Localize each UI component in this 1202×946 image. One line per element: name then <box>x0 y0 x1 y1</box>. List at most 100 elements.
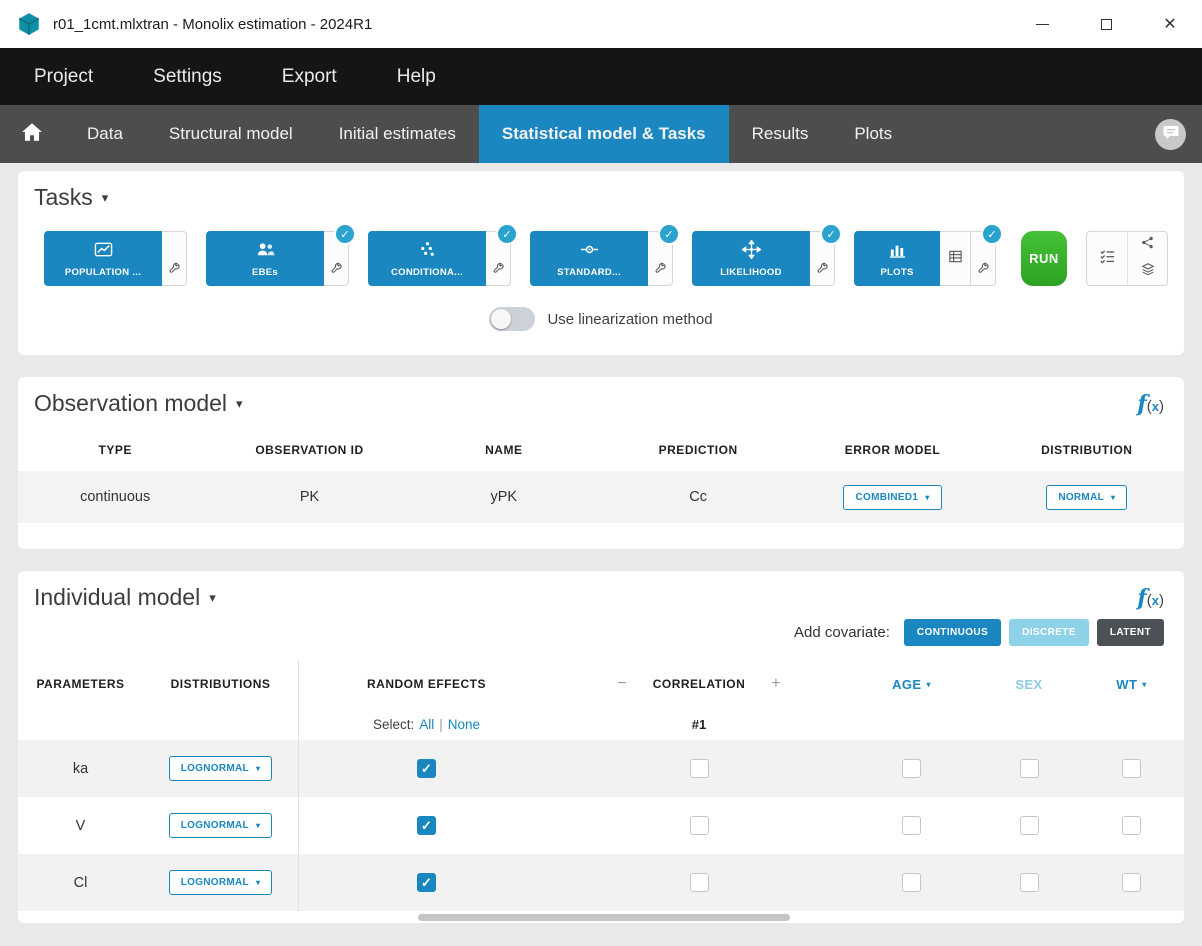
chevron-down-icon: ▾ <box>926 680 930 689</box>
tab-initial-estimates[interactable]: Initial estimates <box>316 105 479 163</box>
fx-formula-icon[interactable]: f(x) <box>1137 391 1164 417</box>
ka-random-effect-checkbox[interactable] <box>417 759 436 778</box>
v-age-checkbox[interactable] <box>902 816 921 835</box>
collapse-caret-icon[interactable]: ▾ <box>102 190 109 206</box>
standard-errors-button[interactable]: STANDARD... <box>530 231 648 286</box>
plots-selection-button[interactable] <box>940 231 971 286</box>
correlation-cell <box>554 740 844 797</box>
cl-wt-checkbox[interactable] <box>1122 873 1141 892</box>
home-icon <box>21 122 43 147</box>
correlation-label: CORRELATION <box>653 677 746 691</box>
divider: | <box>439 717 443 732</box>
tab-structural-model[interactable]: Structural model <box>146 105 316 163</box>
likelihood-button[interactable]: LIKELIHOOD <box>692 231 810 286</box>
select-none-link[interactable]: None <box>448 717 480 732</box>
add-discrete-covariate-button[interactable]: DISCRETE <box>1009 619 1089 646</box>
sex-cell <box>979 854 1079 911</box>
correlation-add-button[interactable]: + <box>771 675 780 693</box>
ka-wt-checkbox[interactable] <box>1122 759 1141 778</box>
minimize-button[interactable] <box>1010 0 1074 48</box>
v-wt-checkbox[interactable] <box>1122 816 1141 835</box>
cl-distribution-dropdown[interactable]: LOGNORMAL ▾ <box>169 870 273 895</box>
add-latent-covariate-button[interactable]: LATENT <box>1097 619 1164 646</box>
ka-sex-checkbox[interactable] <box>1020 759 1039 778</box>
task-done-badge: ✓ <box>820 223 842 245</box>
home-button[interactable] <box>0 105 64 163</box>
horizontal-scrollbar[interactable] <box>418 914 790 921</box>
collapse-caret-icon[interactable]: ▾ <box>209 590 216 606</box>
menu-help[interactable]: Help <box>397 66 436 88</box>
add-continuous-covariate-button[interactable]: CONTINUOUS <box>904 619 1001 646</box>
col-sex: SEX <box>979 660 1079 708</box>
task-ebes: EBEs ✓ <box>206 231 349 286</box>
cl-random-effect-checkbox[interactable] <box>417 873 436 892</box>
menu-settings[interactable]: Settings <box>153 66 222 88</box>
menu-project[interactable]: Project <box>34 66 93 88</box>
share-tasks-button[interactable] <box>1128 232 1167 259</box>
maximize-button[interactable] <box>1074 0 1138 48</box>
obs-type: continuous <box>80 489 150 505</box>
col-parameters: PARAMETERS <box>18 660 143 708</box>
task-conditional-distribution: CONDITIONA... ✓ <box>368 231 511 286</box>
individual-table-subheader: Select: All | None #1 <box>18 708 1184 740</box>
population-settings-button[interactable] <box>162 231 187 286</box>
correlation-group-label: #1 <box>692 717 706 732</box>
ka-distribution-dropdown[interactable]: LOGNORMAL ▾ <box>169 756 273 781</box>
add-covariate-row: Add covariate: CONTINUOUS DISCRETE LATEN… <box>18 619 1184 660</box>
cl-age-checkbox[interactable] <box>902 873 921 892</box>
col-name: NAME <box>407 443 601 457</box>
v-random-effect-checkbox[interactable] <box>417 816 436 835</box>
ka-age-checkbox[interactable] <box>902 759 921 778</box>
conditional-distribution-button[interactable]: CONDITIONA... <box>368 231 486 286</box>
parameter-name: ka <box>18 740 143 797</box>
tab-results[interactable]: Results <box>729 105 832 163</box>
linearization-toggle[interactable] <box>489 307 535 331</box>
wrench-icon <box>816 262 829 280</box>
distribution-dropdown[interactable]: NORMAL ▾ <box>1046 485 1127 510</box>
age-covariate-dropdown[interactable]: AGE ▾ <box>892 677 931 692</box>
parameter-name: V <box>18 797 143 854</box>
cl-sex-checkbox[interactable] <box>1020 873 1039 892</box>
titlebar: r01_1cmt.mlxtran - Monolix estimation - … <box>0 0 1202 48</box>
task-checklist-button[interactable] <box>1087 232 1127 285</box>
error-model-dropdown[interactable]: COMBINED1 ▾ <box>843 485 941 510</box>
cl-correlation-checkbox[interactable] <box>690 873 709 892</box>
correlation-cell <box>554 797 844 854</box>
run-button[interactable]: RUN <box>1021 231 1067 286</box>
plots-button[interactable]: PLOTS <box>854 231 940 286</box>
tasks-section-header: Tasks ▾ <box>18 171 1184 219</box>
task-standard-errors: STANDARD... ✓ <box>530 231 673 286</box>
ka-correlation-checkbox[interactable] <box>690 759 709 778</box>
obs-name: yPK <box>491 489 518 505</box>
likelihood-icon <box>742 240 761 262</box>
collapse-caret-icon[interactable]: ▾ <box>236 396 243 412</box>
correlation-remove-button[interactable]: − <box>617 675 626 693</box>
tab-data[interactable]: Data <box>64 105 146 163</box>
tab-plots[interactable]: Plots <box>831 105 915 163</box>
feedback-button[interactable] <box>1155 119 1186 150</box>
v-sex-checkbox[interactable] <box>1020 816 1039 835</box>
select-label: Select: <box>373 717 414 732</box>
fx-formula-icon[interactable]: f(x) <box>1137 585 1164 611</box>
v-distribution-dropdown[interactable]: LOGNORMAL ▾ <box>169 813 273 838</box>
task-extra-tools <box>1127 232 1167 285</box>
plots-icon <box>888 240 907 262</box>
wt-covariate-dropdown[interactable]: WT ▾ <box>1116 677 1146 692</box>
add-covariate-label: Add covariate: <box>794 624 890 641</box>
population-parameters-button[interactable]: POPULATION ... <box>44 231 162 286</box>
tasks-heading[interactable]: Tasks <box>34 184 93 211</box>
menu-export[interactable]: Export <box>282 66 337 88</box>
error-model-value: COMBINED1 <box>855 492 918 503</box>
individual-section-header: Individual model ▾ f(x) <box>18 571 1184 619</box>
error-model-cell: COMBINED1 ▾ <box>843 485 941 510</box>
sex-covariate-label[interactable]: SEX <box>1015 677 1042 692</box>
v-correlation-checkbox[interactable] <box>690 816 709 835</box>
age-cell <box>844 797 979 854</box>
tab-statistical-model-tasks[interactable]: Statistical model & Tasks <box>479 105 729 163</box>
select-all-link[interactable]: All <box>419 717 434 732</box>
individual-heading[interactable]: Individual model <box>34 584 200 611</box>
close-button[interactable]: ✕ <box>1138 0 1202 48</box>
observation-heading[interactable]: Observation model <box>34 390 227 417</box>
ebes-button[interactable]: EBEs <box>206 231 324 286</box>
layers-button[interactable] <box>1128 259 1167 286</box>
